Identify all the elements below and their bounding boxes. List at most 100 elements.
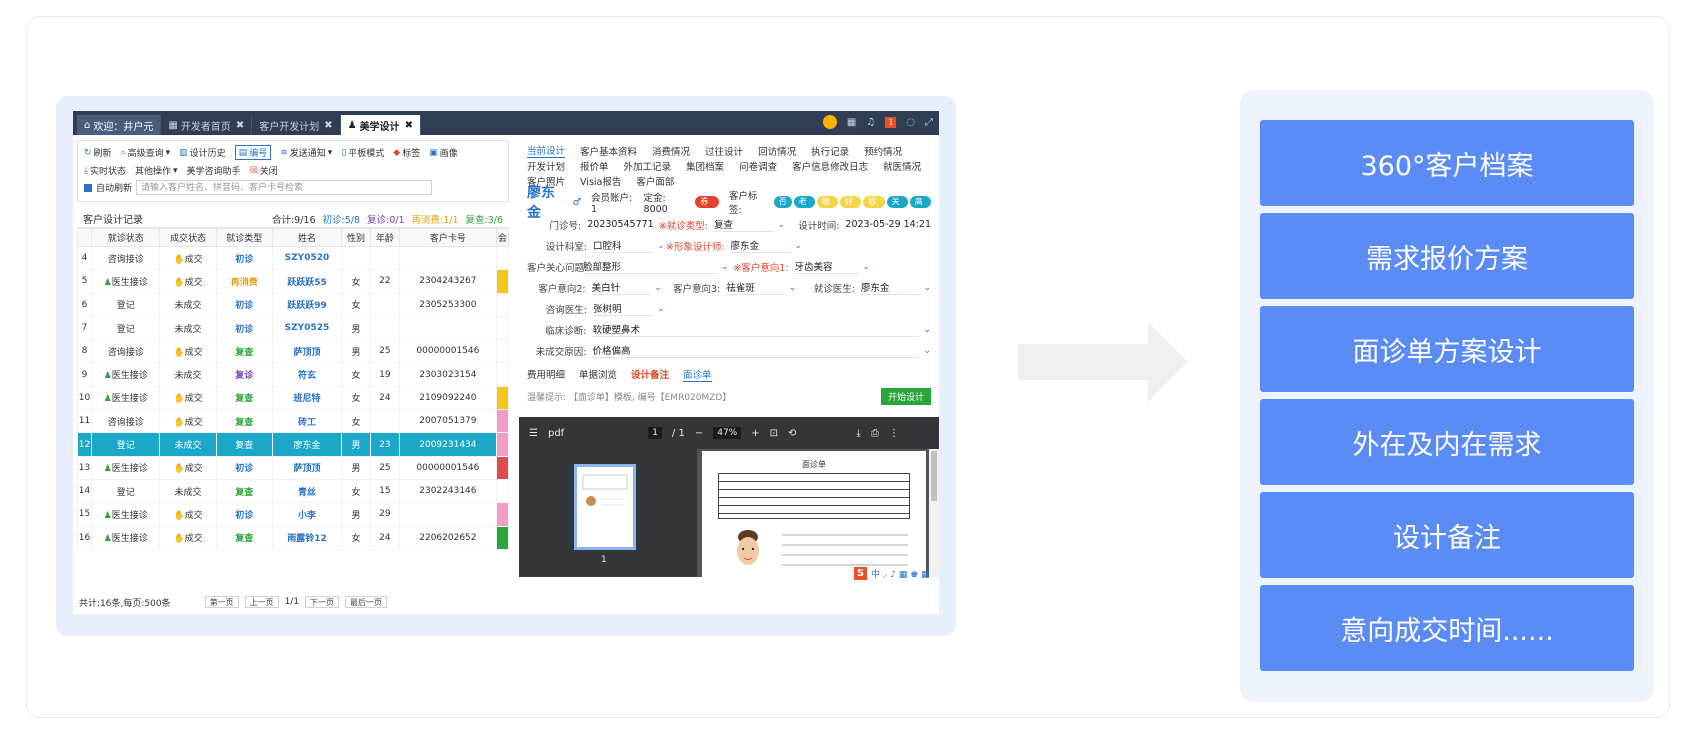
table-row[interactable]: 10 ♟医生接诊 ✋成交 复查 班尼特女 24 2109092240 (77, 385, 509, 411)
table-row[interactable]: 6 登记 未成交 初诊 跃跃跃99 女 2305253300 (77, 292, 509, 317)
stat-total[interactable]: 合计:9/16 (272, 212, 316, 226)
chat-icon[interactable]: ◌ (906, 117, 915, 128)
close-icon[interactable]: ✖ (236, 120, 244, 131)
detail-tab[interactable]: 过往设计 (705, 144, 743, 158)
other-ops-button[interactable]: 其他操作 ▾ (135, 164, 178, 178)
advanced-search-button[interactable]: ⌕ 高级查询 ▾ (121, 146, 171, 160)
concern-select[interactable]: 脸部整形 (583, 259, 717, 274)
dept-select[interactable]: 口腔科 (593, 238, 653, 253)
customer-name-cell[interactable]: 青丝 (271, 478, 343, 504)
customer-tag[interactable]: 容忍 (863, 196, 885, 218)
table-row[interactable]: 9 ♟医生接诊 未成交 复诊 符玄女 19 2303023154 (77, 362, 509, 387)
col-name[interactable]: 姓名 (271, 228, 343, 247)
portrait-button[interactable]: ▣ 画像 (429, 146, 458, 160)
download-icon[interactable]: ⤓ (856, 428, 860, 439)
col-sex[interactable]: 性别 (341, 228, 371, 247)
design-history-button[interactable]: ▥ 设计历史 (179, 146, 226, 160)
col-deal[interactable]: 成交状态 (159, 228, 217, 247)
intent3-select[interactable]: 祛雀斑 (726, 280, 785, 295)
stat-rebuy[interactable]: 再消费:1/1 (412, 212, 459, 226)
consult-doctor-select[interactable]: 张树明 (593, 301, 653, 316)
customer-name-cell[interactable]: 砖工 (271, 409, 343, 434)
customer-name-cell[interactable]: 萨顶顶 (271, 455, 343, 480)
detail-tab[interactable]: 客户面部 (636, 174, 674, 188)
customer-name-cell[interactable]: SZY0525 (271, 315, 343, 341)
detail-tab[interactable]: 外加工记录 (624, 159, 672, 173)
detail-tab[interactable]: 集团档案 (686, 159, 724, 173)
refresh-button[interactable]: ↻ 刷新 (84, 146, 112, 160)
customer-name-cell[interactable]: SZY0520 (271, 245, 343, 271)
table-row[interactable]: 16 ♟医生接诊 ✋成交 复查 雨露铃12 女 24 2206202652 (77, 525, 509, 550)
detail-tab[interactable]: 客户信息修改日志 (792, 159, 868, 173)
fullscreen-icon[interactable]: ⤢ (925, 117, 933, 128)
pdf-zoom-input[interactable]: 47% (713, 427, 742, 439)
zoom-out-icon[interactable]: − (695, 428, 703, 439)
customer-name-cell[interactable]: 萨顶顶 (271, 339, 343, 364)
customer-name-cell[interactable]: 廖东金 (271, 432, 343, 457)
tab-customer-plan[interactable]: 客户开发计划 ✖ (252, 115, 341, 135)
customer-name-cell[interactable]: 跃跃跃99 (271, 292, 343, 317)
table-row[interactable]: 14 登记 未成交 复查 青丝女 15 2302243146 (77, 478, 509, 504)
designer-select[interactable]: 廖东金 (730, 238, 791, 253)
stat-return[interactable]: 复诊:0/1 (367, 212, 405, 226)
table-row[interactable]: 8 咨询接诊 ✋成交 复查 萨顶顶男 25 00000001546 (77, 339, 509, 364)
tab-fee-detail[interactable]: 费用明细 (527, 367, 565, 382)
first-page-button[interactable]: 第一页 (204, 596, 239, 608)
table-row[interactable]: 4 咨询接诊 ✋成交 初诊 SZY0520 (77, 245, 509, 271)
col-member[interactable]: 会 (496, 228, 509, 247)
detail-tab[interactable]: 回访情况 (758, 144, 796, 158)
table-row[interactable]: 11 咨询接诊 ✋成交 复查 砖工女 2007051379 (77, 409, 509, 434)
apps-icon[interactable]: ▦ (847, 117, 856, 128)
sogou-icon[interactable]: S (854, 567, 867, 580)
table-row[interactable]: 12 登记 未成交 复查 廖东金男 23 2009231434 (77, 432, 509, 457)
customer-name-cell[interactable]: 雨露铃12 (271, 525, 343, 550)
realtime-status-button[interactable]: ⤓ 实时状态 (84, 164, 126, 178)
stat-first[interactable]: 初诊:5/8 (323, 212, 361, 226)
detail-tab[interactable]: 消费情况 (652, 144, 690, 158)
detail-tab[interactable]: Visia报告 (580, 174, 621, 188)
detail-tab[interactable]: 开发计划 (527, 159, 565, 173)
table-row[interactable]: 13 ♟医生接诊 ✋成交 初诊 萨顶顶男 25 00000001546 (77, 455, 509, 480)
more-icon[interactable]: ⋮ (889, 428, 899, 439)
table-row[interactable]: 5 ♟医生接诊 ✋成交 再消费 跃跃跃55 女 22 2304243267 (77, 269, 509, 294)
detail-tab[interactable]: 执行记录 (811, 144, 849, 158)
last-page-button[interactable]: 最后一页 (345, 596, 388, 608)
customer-tag[interactable]: 好评 (840, 196, 862, 218)
table-row[interactable]: 7 登记 未成交 初诊 SZY0525 男 (77, 315, 509, 341)
detail-tab[interactable]: 报价单 (580, 159, 609, 173)
intent2-select[interactable]: 美白针 (591, 280, 651, 295)
intent1-select[interactable]: 牙齿美容 (794, 259, 859, 274)
customer-tag[interactable]: 敏感 (816, 196, 839, 218)
detail-tab[interactable]: 客户基本资料 (580, 144, 637, 158)
customer-tag[interactable]: 关怀 (886, 196, 908, 218)
table-row[interactable]: 15 ♟医生接诊 ✋成交 初诊 小李男 29 (77, 502, 509, 527)
col-visit[interactable]: 就诊状态 (90, 228, 161, 247)
col-card[interactable]: 客户卡号 (398, 228, 498, 247)
pdf-scrollbar[interactable] (929, 449, 939, 577)
customer-tag[interactable]: 高价 (909, 196, 932, 218)
customer-name-cell[interactable]: 班尼特 (271, 385, 343, 411)
auto-refresh-checkbox[interactable] (84, 183, 92, 192)
print-icon[interactable]: ⎙ (871, 428, 879, 439)
clinical-select[interactable]: 软硬塑鼻术 (592, 322, 920, 337)
tab-aesthetic-design[interactable]: ♟ 美学设计 ✖ (340, 115, 421, 135)
pdf-thumbnail[interactable] (574, 464, 636, 550)
number-button[interactable]: ▤ 编号 (234, 145, 272, 160)
detail-tab[interactable]: 当前设计 (527, 143, 566, 158)
tab-welcome[interactable]: ⌂ 欢迎：井户元 (77, 115, 162, 135)
col-age[interactable]: 年龄 (369, 228, 400, 247)
prev-page-button[interactable]: 上一页 (244, 596, 279, 608)
start-design-button[interactable]: 开始设计 (880, 388, 931, 405)
tab-developer-home[interactable]: ▦ 开发者首页 ✖ (161, 115, 253, 135)
close-icon[interactable]: ✖ (324, 120, 332, 131)
pdf-page-input[interactable]: 1 (648, 427, 662, 439)
next-page-button[interactable]: 下一页 (305, 596, 340, 608)
customer-tag[interactable]: 老客 (793, 196, 815, 218)
tab-doc-browse[interactable]: 单据浏览 (579, 367, 617, 382)
search-input[interactable]: 请输入客户姓名、拼音码、客户卡号检索 (136, 180, 433, 195)
tag-button[interactable]: ◆ 标签 (393, 146, 420, 160)
visit-type-select[interactable]: 复查 (713, 217, 774, 232)
customer-name-cell[interactable]: 跃跃跃55 (271, 269, 343, 294)
tab-consult-form[interactable]: 面诊单 (683, 367, 712, 382)
rotate-icon[interactable]: ⟲ (788, 428, 796, 439)
